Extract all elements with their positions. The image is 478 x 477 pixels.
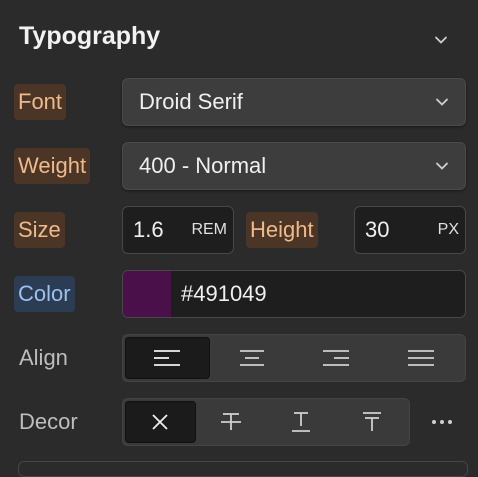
decor-overline-button[interactable]: [337, 401, 408, 443]
align-center-icon: [239, 350, 264, 366]
decor-none-button[interactable]: [125, 401, 196, 443]
size-unit[interactable]: REM: [191, 207, 227, 253]
align-center-button[interactable]: [210, 337, 295, 379]
collapse-chevron-icon[interactable]: [432, 31, 450, 49]
align-left-icon: [154, 350, 181, 366]
align-label: Align: [19, 345, 68, 370]
weight-select-value: 400 - Normal: [139, 153, 267, 178]
height-unit[interactable]: PX: [438, 207, 459, 253]
weight-select[interactable]: 400 - Normal: [122, 142, 466, 190]
font-select-value: Droid Serif: [139, 89, 243, 114]
close-icon: [152, 414, 168, 430]
chevron-down-icon: [433, 93, 451, 111]
strikethrough-icon: [220, 413, 241, 430]
color-label[interactable]: Color: [14, 276, 75, 312]
size-label[interactable]: Size: [14, 212, 65, 248]
size-input[interactable]: 1.6 REM: [122, 206, 234, 254]
chevron-down-icon: [433, 157, 451, 175]
typography-panel: Typography Font Droid Serif Weight 400 -…: [0, 0, 478, 477]
decor-label: Decor: [19, 409, 78, 434]
color-hex-value: #491049: [181, 281, 267, 306]
height-label[interactable]: Height: [246, 212, 318, 248]
font-label[interactable]: Font: [14, 84, 67, 120]
size-value: 1.6: [133, 217, 164, 242]
align-right-button[interactable]: [294, 337, 379, 379]
align-justify-icon: [407, 350, 434, 366]
color-field[interactable]: #491049: [122, 270, 466, 318]
weight-label[interactable]: Weight: [14, 148, 91, 184]
decor-strikethrough-button[interactable]: [196, 401, 267, 443]
next-field-edge: [18, 461, 468, 477]
height-value: 30: [365, 217, 390, 242]
align-justify-button[interactable]: [379, 337, 464, 379]
height-input[interactable]: 30 PX: [354, 206, 466, 254]
section-title: Typography: [19, 22, 161, 50]
align-right-icon: [323, 350, 350, 366]
color-swatch[interactable]: [123, 271, 171, 317]
decor-segmented-control: [122, 398, 410, 446]
underline-icon: [292, 412, 311, 432]
align-left-button[interactable]: [125, 337, 210, 379]
overline-icon: [362, 412, 381, 431]
font-select[interactable]: Droid Serif: [122, 78, 466, 126]
decor-underline-button[interactable]: [266, 401, 337, 443]
align-segmented-control: [122, 334, 466, 382]
more-options-icon[interactable]: [428, 408, 456, 436]
